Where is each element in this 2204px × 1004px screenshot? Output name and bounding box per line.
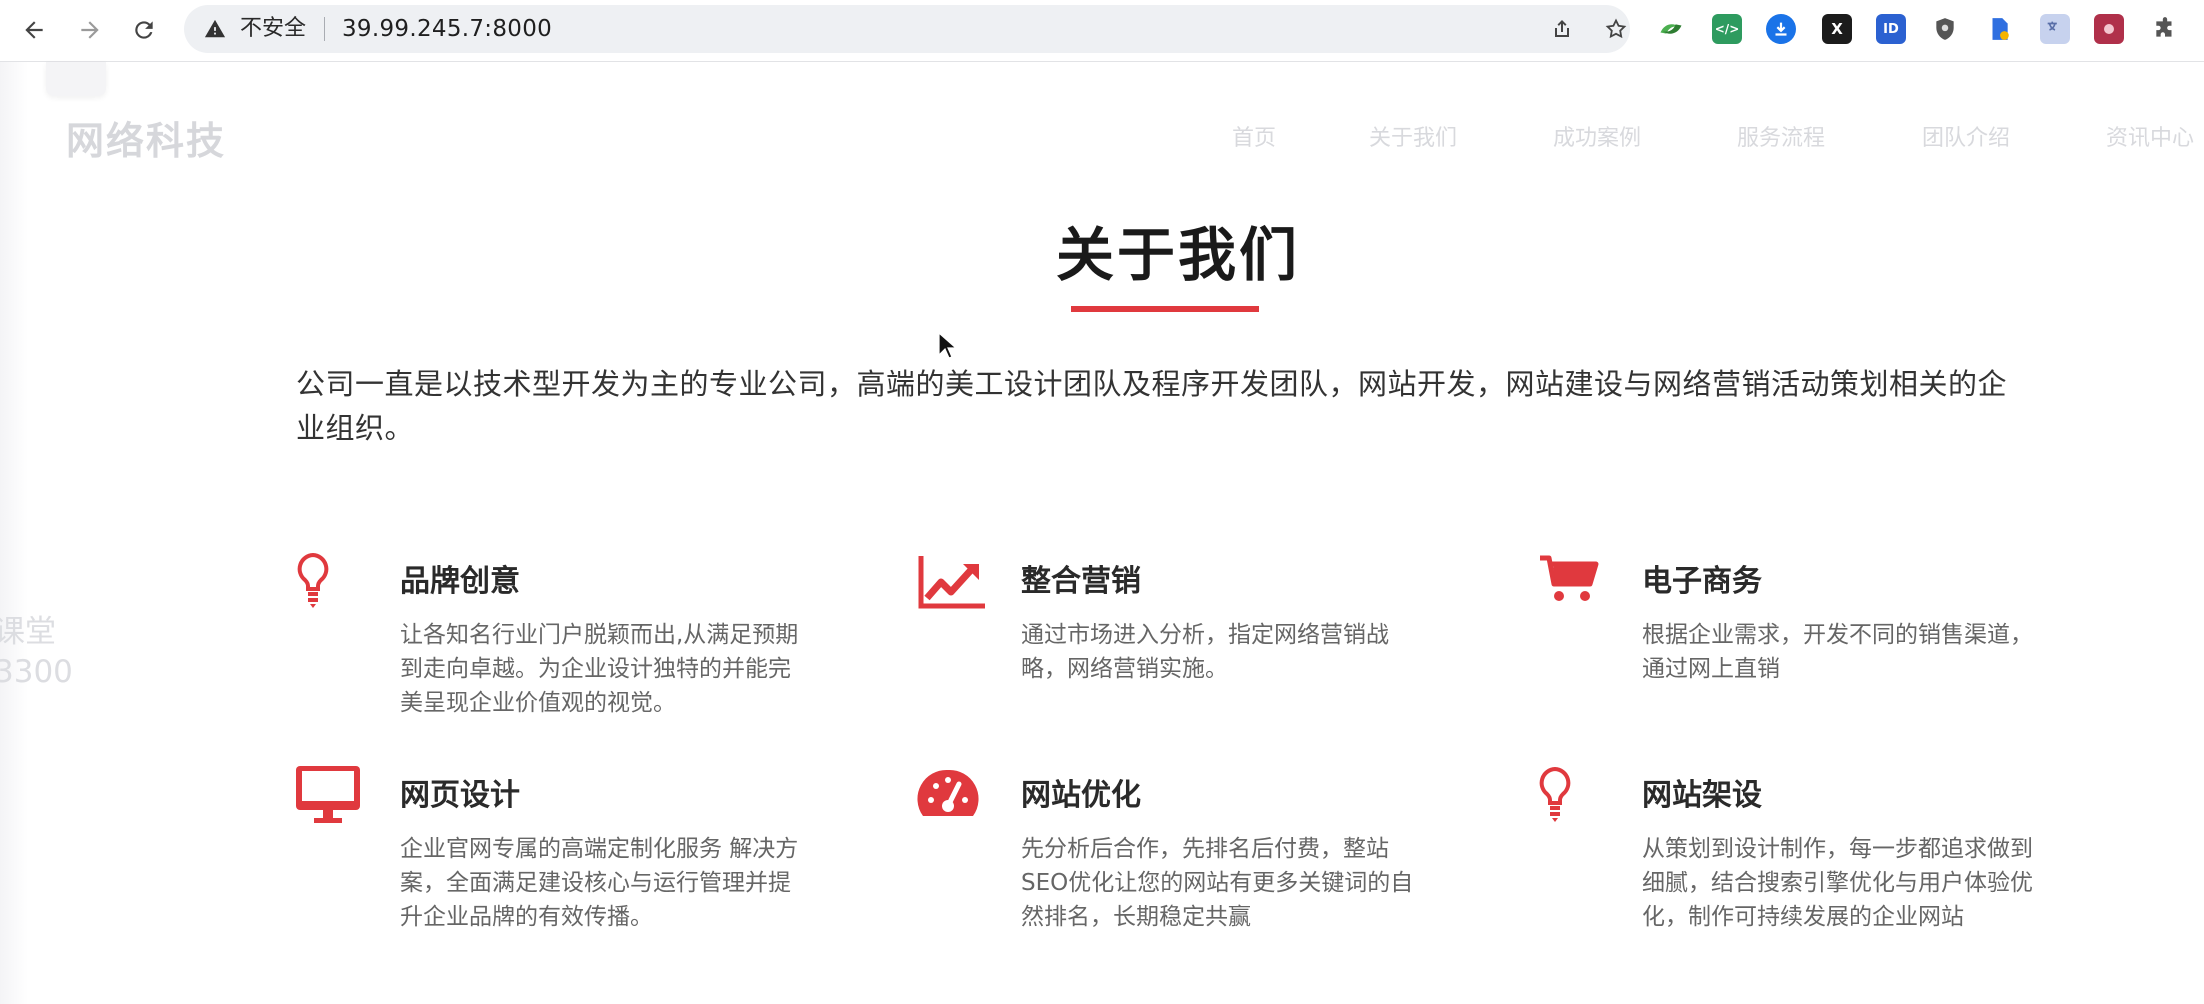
- nav-item-about[interactable]: 关于我们: [1369, 120, 1457, 152]
- site-name[interactable]: 网络科技: [66, 110, 226, 165]
- share-button[interactable]: [1548, 15, 1576, 43]
- feature-description: 根据企业需求，开发不同的销售渠道，通过网上直销: [1642, 622, 2033, 682]
- address-bar[interactable]: 不安全 39.99.245.7:8000: [184, 5, 1630, 53]
- back-button[interactable]: [14, 10, 54, 50]
- nav-item-home[interactable]: 首页: [1232, 120, 1276, 152]
- feature-title: 网站架设: [1642, 778, 1762, 813]
- feature-description: 企业官网专属的高端定制化服务 解决方案，全面满足建设核心与运行管理并提升企业品牌…: [400, 836, 799, 930]
- speedometer-icon: [917, 769, 979, 816]
- document-extension-icon[interactable]: [1984, 14, 2014, 44]
- share-icon: [1555, 20, 1569, 37]
- id-extension-icon[interactable]: ID: [1876, 14, 1906, 44]
- url-text[interactable]: 39.99.245.7:8000: [342, 17, 552, 41]
- shopping-cart-icon: [1540, 555, 1599, 601]
- nav-item-news[interactable]: 资讯中心: [2106, 120, 2194, 152]
- feature-site-hosting: 网站架设 从策划到设计制作，每一步都追求做到细腻，结合搜索引擎优化与用户体验优化…: [1538, 766, 2098, 956]
- feature-seo-optimization: 网站优化 先分析后合作，先排名后付费，整站SEO优化让您的网站有更多关键词的自然…: [917, 766, 1477, 956]
- lightbulb-icon: [1539, 766, 1571, 822]
- back-arrow-icon: [25, 21, 43, 39]
- bookmark-star-button[interactable]: [1602, 15, 1630, 43]
- title-underline: [1071, 306, 1259, 312]
- feature-description: 从策划到设计制作，每一步都追求做到细腻，结合搜索引擎优化与用户体验优化，制作可持…: [1642, 836, 2033, 930]
- feature-title: 网站优化: [1021, 778, 1141, 813]
- feature-description: 让各知名行业门户脱颖而出,从满足预期到走向卓越。为企业设计独特的并能完美呈现企业…: [400, 622, 799, 716]
- lightbulb-icon: [297, 552, 329, 608]
- nav-item-team[interactable]: 团队介绍: [1922, 120, 2010, 152]
- swirl-extension-icon[interactable]: [1656, 14, 1686, 44]
- left-edge-shadow: [0, 62, 28, 1004]
- watermark-line: 3300: [0, 654, 73, 690]
- nav-item-cases[interactable]: 成功案例: [1553, 120, 1641, 152]
- feature-title: 整合营销: [1021, 564, 1141, 599]
- forward-arrow-icon: [81, 21, 99, 39]
- star-icon: [1605, 18, 1627, 39]
- reload-icon: [135, 21, 153, 39]
- red-extension-icon[interactable]: [2094, 14, 2124, 44]
- security-status-label[interactable]: 不安全: [240, 17, 306, 41]
- shield-extension-icon[interactable]: [1930, 14, 1960, 44]
- feature-title: 品牌创意: [400, 564, 520, 599]
- feature-e-commerce: 电子商务 根据企业需求，开发不同的销售渠道，通过网上直销: [1538, 552, 2098, 742]
- nav-item-process[interactable]: 服务流程: [1737, 120, 1825, 152]
- feature-description: 通过市场进入分析，指定网络营销战略，网络营销实施。: [1021, 622, 1389, 682]
- mouse-cursor-icon: [938, 332, 956, 359]
- cloud-download-extension-icon[interactable]: [1766, 14, 1796, 44]
- site-logo-tab[interactable]: [46, 62, 106, 96]
- reload-button[interactable]: [124, 10, 164, 50]
- puzzle-extensions-icon[interactable]: [2150, 14, 2180, 44]
- browser-toolbar: 不安全 39.99.245.7:8000 </> X ID: [0, 0, 2204, 62]
- feature-web-design: 网页设计 企业官网专属的高端定制化服务 解决方案，全面满足建设核心与运行管理并提…: [296, 766, 856, 956]
- translate-extension-icon[interactable]: [2040, 14, 2070, 44]
- feature-title: 电子商务: [1642, 564, 1762, 599]
- feature-description: 先分析后合作，先排名后付费，整站SEO优化让您的网站有更多关键词的自然排名，长期…: [1021, 836, 1414, 930]
- section-title: 关于我们: [1056, 221, 1301, 289]
- feature-title: 网页设计: [400, 778, 520, 813]
- intro-text: 公司一直是以技术型开发为主的专业公司，高端的美工设计团队及程序开发团队，网站开发…: [296, 367, 2008, 445]
- omnibox-divider: [324, 17, 325, 41]
- feature-brand-creative: 品牌创意 让各知名行业门户脱颖而出,从满足预期到走向卓越。为企业设计独特的并能完…: [296, 552, 856, 742]
- left-watermark: 课堂 3300: [0, 612, 73, 692]
- code-extension-icon[interactable]: </>: [1712, 14, 1742, 44]
- feature-integrated-marketing: 整合营销 通过市场进入分析，指定网络营销战略，网络营销实施。: [917, 552, 1477, 742]
- monitor-icon: [296, 766, 360, 823]
- warning-triangle-icon[interactable]: [204, 18, 226, 40]
- watermark-line: 课堂: [0, 614, 56, 650]
- trending-chart-icon: [918, 556, 985, 609]
- forward-button[interactable]: [70, 10, 110, 50]
- x-extension-icon[interactable]: X: [1822, 14, 1852, 44]
